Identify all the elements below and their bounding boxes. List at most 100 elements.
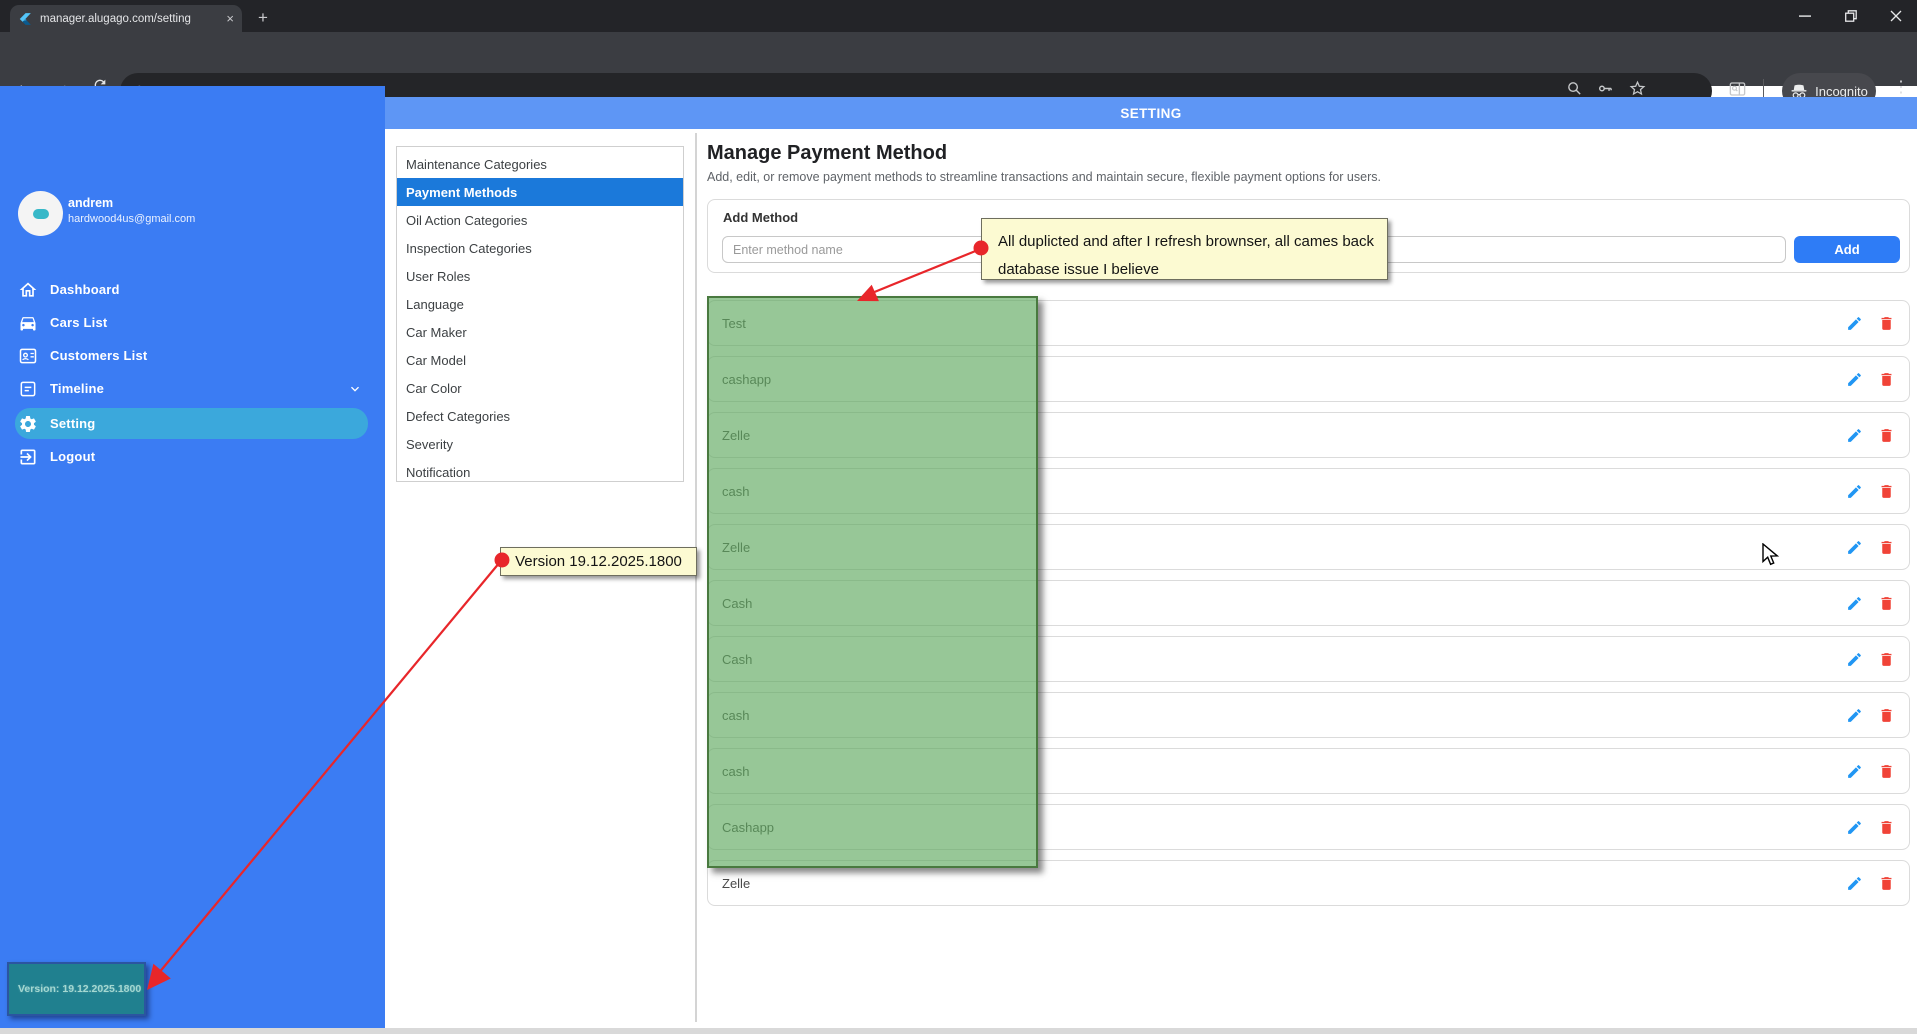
category-item[interactable]: Payment Methods bbox=[397, 178, 683, 206]
window-close-button[interactable] bbox=[1875, 0, 1917, 32]
window-restore-button[interactable] bbox=[1830, 0, 1872, 32]
sidebar-item-label: Logout bbox=[50, 449, 95, 464]
delete-button[interactable] bbox=[1877, 818, 1895, 836]
section-title: Manage Payment Method bbox=[707, 142, 947, 165]
edit-pencil-icon bbox=[1846, 483, 1863, 500]
category-item-label: Car Color bbox=[406, 381, 462, 396]
window-minimize-button[interactable] bbox=[1784, 0, 1826, 32]
edit-button[interactable] bbox=[1845, 706, 1863, 724]
category-item[interactable]: Language bbox=[397, 290, 683, 318]
category-item[interactable]: Car Color bbox=[397, 374, 683, 402]
delete-trash-icon bbox=[1878, 315, 1895, 332]
category-item[interactable]: User Roles bbox=[397, 262, 683, 290]
browser-menu-button[interactable]: ⋮ bbox=[1893, 77, 1909, 97]
edit-pencil-icon bbox=[1846, 875, 1863, 892]
category-item[interactable]: Oil Action Categories bbox=[397, 206, 683, 234]
page-scrollbar-track[interactable] bbox=[0, 1028, 1917, 1034]
sidebar-item-label: Setting bbox=[50, 416, 95, 431]
section-subtitle: Add, edit, or remove payment methods to … bbox=[707, 170, 1381, 184]
delete-trash-icon bbox=[1878, 427, 1895, 444]
edit-pencil-icon bbox=[1846, 763, 1863, 780]
category-item-label: User Roles bbox=[406, 269, 470, 284]
app-version-badge: Version: 19.12.2025.1800 bbox=[7, 962, 146, 1016]
settings-gear-icon bbox=[18, 414, 38, 434]
mouse-cursor bbox=[1761, 543, 1783, 567]
delete-button[interactable] bbox=[1877, 594, 1895, 612]
browser-toolbar: ← → manager.alugago.com/setting bbox=[0, 32, 1917, 86]
edit-button[interactable] bbox=[1845, 874, 1863, 892]
delete-trash-icon bbox=[1878, 707, 1895, 724]
category-item[interactable]: Car Model bbox=[397, 346, 683, 374]
note-line: database issue I believe bbox=[998, 256, 1387, 284]
logout-icon bbox=[18, 447, 38, 467]
flutter-favicon-icon bbox=[18, 12, 32, 26]
delete-trash-icon bbox=[1878, 371, 1895, 388]
sidebar-item-label: Cars List bbox=[50, 315, 107, 330]
user-name: andrem bbox=[68, 196, 113, 210]
delete-trash-icon bbox=[1878, 875, 1895, 892]
delete-button[interactable] bbox=[1877, 314, 1895, 332]
edit-button[interactable] bbox=[1845, 426, 1863, 444]
edit-button[interactable] bbox=[1845, 370, 1863, 388]
user-email: hardwood4us@gmail.com bbox=[68, 213, 195, 225]
sidebar-item-cars-list[interactable]: Cars List bbox=[0, 306, 385, 339]
category-item[interactable]: Inspection Categories bbox=[397, 234, 683, 262]
note-line: All duplicted and after I refresh browns… bbox=[998, 228, 1387, 256]
category-item[interactable]: Defect Categories bbox=[397, 402, 683, 430]
edit-pencil-icon bbox=[1846, 819, 1863, 836]
edit-pencil-icon bbox=[1846, 651, 1863, 668]
category-item-label: Severity bbox=[406, 437, 453, 452]
zoom-icon[interactable] bbox=[1566, 80, 1583, 97]
add-button[interactable]: Add bbox=[1794, 236, 1900, 263]
sidebar-item-logout[interactable]: Logout bbox=[0, 440, 385, 473]
customers-icon bbox=[18, 346, 38, 366]
browser-tab[interactable]: manager.alugago.com/setting × bbox=[10, 5, 242, 32]
edit-pencil-icon bbox=[1846, 371, 1863, 388]
tab-close-icon[interactable]: × bbox=[226, 11, 234, 26]
edit-button[interactable] bbox=[1845, 818, 1863, 836]
delete-button[interactable] bbox=[1877, 538, 1895, 556]
close-icon bbox=[1890, 10, 1902, 22]
delete-button[interactable] bbox=[1877, 706, 1895, 724]
delete-button[interactable] bbox=[1877, 370, 1895, 388]
vertical-divider bbox=[695, 133, 697, 1022]
edit-button[interactable] bbox=[1845, 594, 1863, 612]
category-item[interactable]: Maintenance Categories bbox=[397, 150, 683, 178]
category-item[interactable]: Severity bbox=[397, 430, 683, 458]
delete-button[interactable] bbox=[1877, 762, 1895, 780]
category-item-label: Inspection Categories bbox=[406, 241, 532, 256]
category-item-label: Car Maker bbox=[406, 325, 467, 340]
settings-category-list: Maintenance Categories Payment Methods O… bbox=[396, 146, 684, 482]
delete-button[interactable] bbox=[1877, 650, 1895, 668]
edit-button[interactable] bbox=[1845, 762, 1863, 780]
side-panel-search-icon[interactable] bbox=[1728, 80, 1747, 98]
edit-button[interactable] bbox=[1845, 650, 1863, 668]
sidebar-item-label: Dashboard bbox=[50, 282, 120, 297]
new-tab-button[interactable]: + bbox=[258, 8, 268, 28]
sidebar-item-setting[interactable]: Setting bbox=[0, 407, 385, 440]
sidebar-item-dashboard[interactable]: Dashboard bbox=[0, 273, 385, 306]
restore-icon bbox=[1845, 10, 1857, 22]
payment-method-name: Zelle bbox=[722, 876, 1845, 891]
edit-pencil-icon bbox=[1846, 539, 1863, 556]
delete-button[interactable] bbox=[1877, 874, 1895, 892]
category-item-label: Car Model bbox=[406, 353, 466, 368]
edit-button[interactable] bbox=[1845, 482, 1863, 500]
sidebar-item-timeline[interactable]: Timeline bbox=[0, 372, 385, 405]
edit-button[interactable] bbox=[1845, 314, 1863, 332]
delete-trash-icon bbox=[1878, 539, 1895, 556]
delete-button[interactable] bbox=[1877, 482, 1895, 500]
chevron-down-icon[interactable] bbox=[347, 381, 363, 397]
sidebar-item-customers-list[interactable]: Customers List bbox=[0, 339, 385, 372]
delete-button[interactable] bbox=[1877, 426, 1895, 444]
avatar[interactable] bbox=[18, 191, 63, 236]
highlight-overlay bbox=[707, 296, 1038, 868]
category-item-label: Language bbox=[406, 297, 464, 312]
category-item-label: Oil Action Categories bbox=[406, 213, 527, 228]
password-key-icon[interactable] bbox=[1596, 80, 1615, 97]
edit-button[interactable] bbox=[1845, 538, 1863, 556]
bookmark-star-icon[interactable] bbox=[1629, 80, 1646, 97]
category-item[interactable]: Car Maker bbox=[397, 318, 683, 346]
delete-trash-icon bbox=[1878, 763, 1895, 780]
category-item[interactable]: Notification bbox=[397, 458, 683, 486]
